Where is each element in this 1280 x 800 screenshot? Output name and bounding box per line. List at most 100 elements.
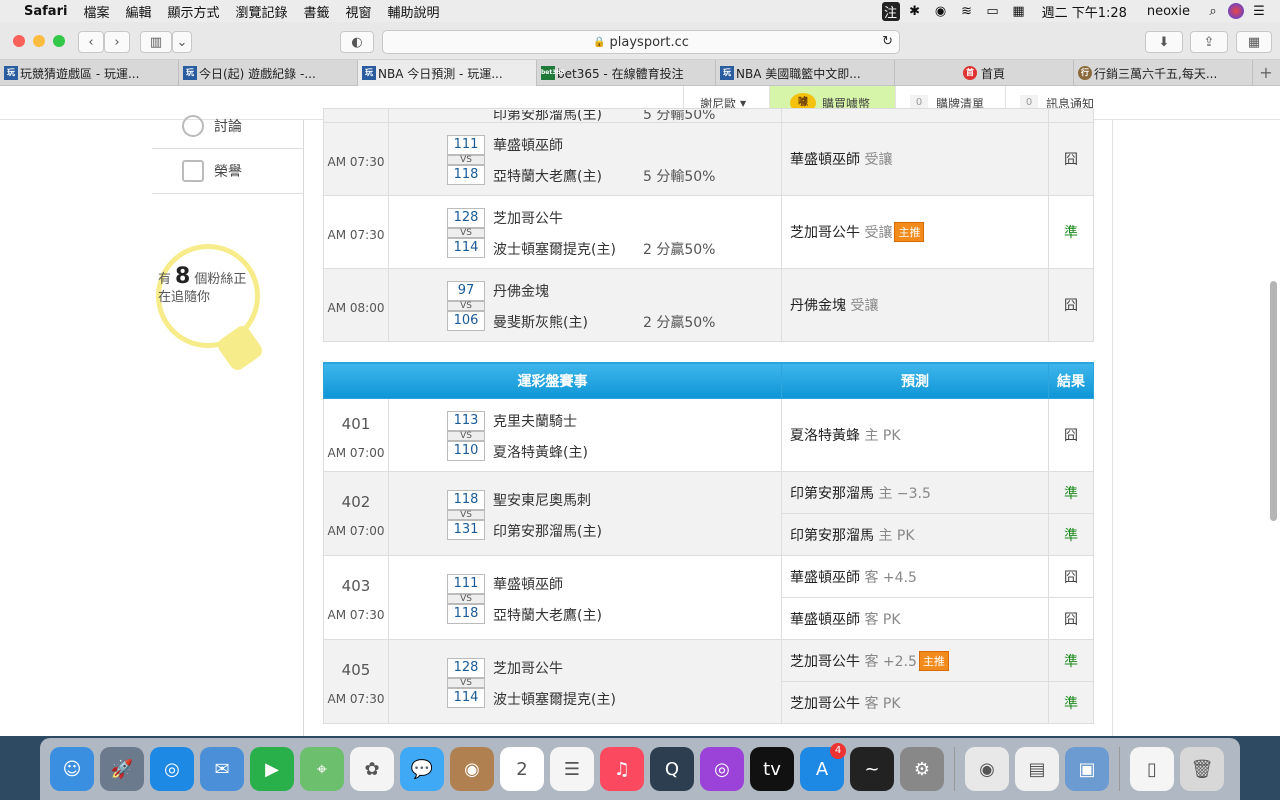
music-icon[interactable]: ♫ xyxy=(600,747,644,791)
address-bar[interactable]: 🔒 playsport.cc ↻ xyxy=(382,30,900,54)
home-team-name[interactable]: 亞特蘭大老鷹(主) xyxy=(493,166,602,186)
appletv-icon[interactable]: tv xyxy=(750,747,794,791)
mail-icon[interactable]: ✉ xyxy=(200,747,244,791)
home-team-name[interactable]: 印第安那溜馬(主) xyxy=(493,521,602,541)
reminders-icon[interactable]: ☰ xyxy=(550,747,594,791)
menu-history[interactable]: 瀏覽記錄 xyxy=(227,2,295,21)
site-favicon-icon: 玩 xyxy=(362,66,376,80)
left-sidebar: 討論 榮譽 有 8 個粉絲正 在追隨你 xyxy=(152,115,303,736)
away-team-name[interactable]: 聖安東尼奧馬刺 xyxy=(493,490,591,510)
back-button[interactable]: ‹ xyxy=(78,31,104,53)
document-icon[interactable]: ▤ xyxy=(1015,747,1059,791)
forward-button[interactable]: › xyxy=(104,31,130,53)
vs-label: VS xyxy=(447,155,485,165)
zoom-window-button[interactable] xyxy=(53,35,65,47)
new-tab-button[interactable]: + xyxy=(1253,60,1279,85)
page-scrollbar[interactable] xyxy=(1270,281,1277,521)
tab-6[interactable]: 首首頁 xyxy=(895,60,1074,86)
fans-count-text[interactable]: 有 8 個粉絲正 在追隨你 xyxy=(158,266,246,307)
safari-icon[interactable]: ◎ xyxy=(150,747,194,791)
spotlight-search-icon[interactable]: ⌕ xyxy=(1202,4,1224,19)
menu-bookmarks[interactable]: 書籤 xyxy=(296,2,338,21)
messages-icon[interactable]: 💬 xyxy=(400,747,444,791)
prediction-cell: 芝加哥公牛 客 PK xyxy=(781,681,1049,724)
tab-overview-icon[interactable]: ▦ xyxy=(1236,31,1272,53)
tab-4[interactable]: bet365 bet365 - 在線體育投注 xyxy=(537,60,716,86)
reload-icon[interactable]: ↻ xyxy=(882,34,893,49)
menu-file[interactable]: 檔案 xyxy=(75,2,117,21)
tab-7[interactable]: 行行銷三萬六千五,每天... xyxy=(1074,60,1253,86)
wifi-status-icon[interactable]: ≋ xyxy=(956,4,978,19)
game-time: AM 08:00 xyxy=(323,268,389,342)
matchup: 128 VS 114 芝加哥公牛 波士頓塞爾提克(主) xyxy=(447,651,781,713)
notification-center-icon[interactable]: ☰ xyxy=(1248,4,1270,19)
home-team-name[interactable]: 夏洛特黃蜂(主) xyxy=(493,442,588,462)
away-team-name[interactable]: 芝加哥公牛 xyxy=(493,208,563,228)
table-row: 403 AM 07:30 111 VS 118 華盛頓巫師 亞特蘭大老鷹(主) 華… xyxy=(323,555,1094,640)
tab-2[interactable]: 玩今日(起) 遊戲紀錄 -... xyxy=(179,60,358,86)
clock[interactable]: 週二 下午1:28 xyxy=(1034,2,1135,21)
tab-1[interactable]: 玩玩競猜遊戲區 - 玩運... xyxy=(0,60,179,86)
sidebar-menu-chevron-icon[interactable]: ⌄ xyxy=(172,31,192,53)
menu-view[interactable]: 顯示方式 xyxy=(159,2,227,21)
web-page: 謝尼歐 ▼ 噱 購買噱幣 0 購牌清單 0 訊息通知 討論 榮譽 有 8 個粉絲正 … xyxy=(0,86,1280,736)
home-team-name[interactable]: 波士頓塞爾提克(主) xyxy=(493,239,616,259)
flag-icon[interactable]: ▦ xyxy=(1008,4,1030,19)
contacts-icon[interactable]: ◉ xyxy=(450,747,494,791)
away-team-name[interactable]: 丹佛金塊 xyxy=(493,281,549,301)
user-menu[interactable]: neoxie xyxy=(1139,4,1198,19)
wifi-icon[interactable]: ◉ xyxy=(930,4,952,19)
facetime-icon[interactable]: ▶ xyxy=(250,747,294,791)
home-team-name[interactable]: 亞特蘭大老鷹(主) xyxy=(493,605,602,625)
menu-help[interactable]: 輔助說明 xyxy=(380,2,448,21)
sidebar-toggle-icon[interactable]: ▥ xyxy=(140,31,172,53)
away-team-name[interactable]: 芝加哥公牛 xyxy=(493,658,563,678)
sidebar-item-honor[interactable]: 榮譽 xyxy=(152,149,303,194)
sidebar-item-discussion[interactable]: 討論 xyxy=(152,104,303,149)
home-score: 106 xyxy=(447,311,485,331)
bluetooth-icon[interactable]: ✱ xyxy=(904,4,926,19)
preview-icon[interactable]: ▣ xyxy=(1065,747,1109,791)
quicktime-icon[interactable]: Q xyxy=(650,747,694,791)
main-pick-badge: 主推 xyxy=(918,650,949,671)
calendar-icon[interactable]: 2 xyxy=(500,747,544,791)
result-cell: 準 xyxy=(1048,195,1094,269)
away-team-name[interactable]: 克里夫蘭騎士 xyxy=(493,411,577,431)
voice-memos-icon[interactable]: ~ xyxy=(850,747,894,791)
url-text[interactable]: playsport.cc xyxy=(610,35,689,50)
maps-icon[interactable]: ⌖ xyxy=(300,747,344,791)
app-menu[interactable]: Safari xyxy=(16,4,75,19)
folder-icon[interactable]: ▯ xyxy=(1130,747,1174,791)
downloads-icon[interactable]: ⬇ xyxy=(1145,31,1183,53)
tab-3-active[interactable]: 玩 NBA 今日預測 - 玩運... xyxy=(358,60,537,86)
prediction-line: 主 −3.5 xyxy=(878,485,931,502)
privacy-shield-icon[interactable]: ◐ xyxy=(340,31,374,53)
away-team-name[interactable]: 華盛頓巫師 xyxy=(493,574,563,594)
tab-5[interactable]: 玩 NBA 美國職籃中文即... xyxy=(716,60,895,86)
home-team-name[interactable]: 曼斐斯灰熊(主) xyxy=(493,312,588,332)
home-favicon-icon: 首 xyxy=(962,66,977,80)
close-window-button[interactable] xyxy=(13,35,25,47)
photos-icon[interactable]: ✿ xyxy=(350,747,394,791)
site-favicon-icon: 玩 xyxy=(720,66,734,80)
podcasts-icon[interactable]: ◎ xyxy=(700,747,744,791)
home-team-name[interactable]: 印第安那溜馬(主) xyxy=(493,110,602,122)
menu-window[interactable]: 視窗 xyxy=(338,2,380,21)
game-number: 401 xyxy=(341,414,371,433)
predicted-team: 華盛頓巫師 xyxy=(790,569,860,586)
chrome-icon[interactable]: ◉ xyxy=(965,747,1009,791)
appstore-icon[interactable]: A4 xyxy=(800,743,846,791)
launchpad-icon[interactable]: 🚀 xyxy=(100,747,144,791)
siri-icon[interactable] xyxy=(1228,3,1244,19)
share-icon[interactable]: ⇪ xyxy=(1190,31,1228,53)
menu-edit[interactable]: 編輯 xyxy=(117,2,159,21)
battery-icon[interactable]: ▭ xyxy=(982,4,1004,19)
home-team-name[interactable]: 波士頓塞爾提克(主) xyxy=(493,689,616,709)
away-team-name[interactable]: 華盛頓巫師 xyxy=(493,135,563,155)
minimize-window-button[interactable] xyxy=(33,35,45,47)
finder-icon[interactable]: ☺ xyxy=(50,747,94,791)
tab-label: 首頁 xyxy=(980,66,1005,81)
system-preferences-icon[interactable]: ⚙ xyxy=(900,747,944,791)
input-method-icon[interactable]: 注 xyxy=(881,1,900,21)
trash-icon[interactable]: 🗑 xyxy=(1180,747,1224,791)
